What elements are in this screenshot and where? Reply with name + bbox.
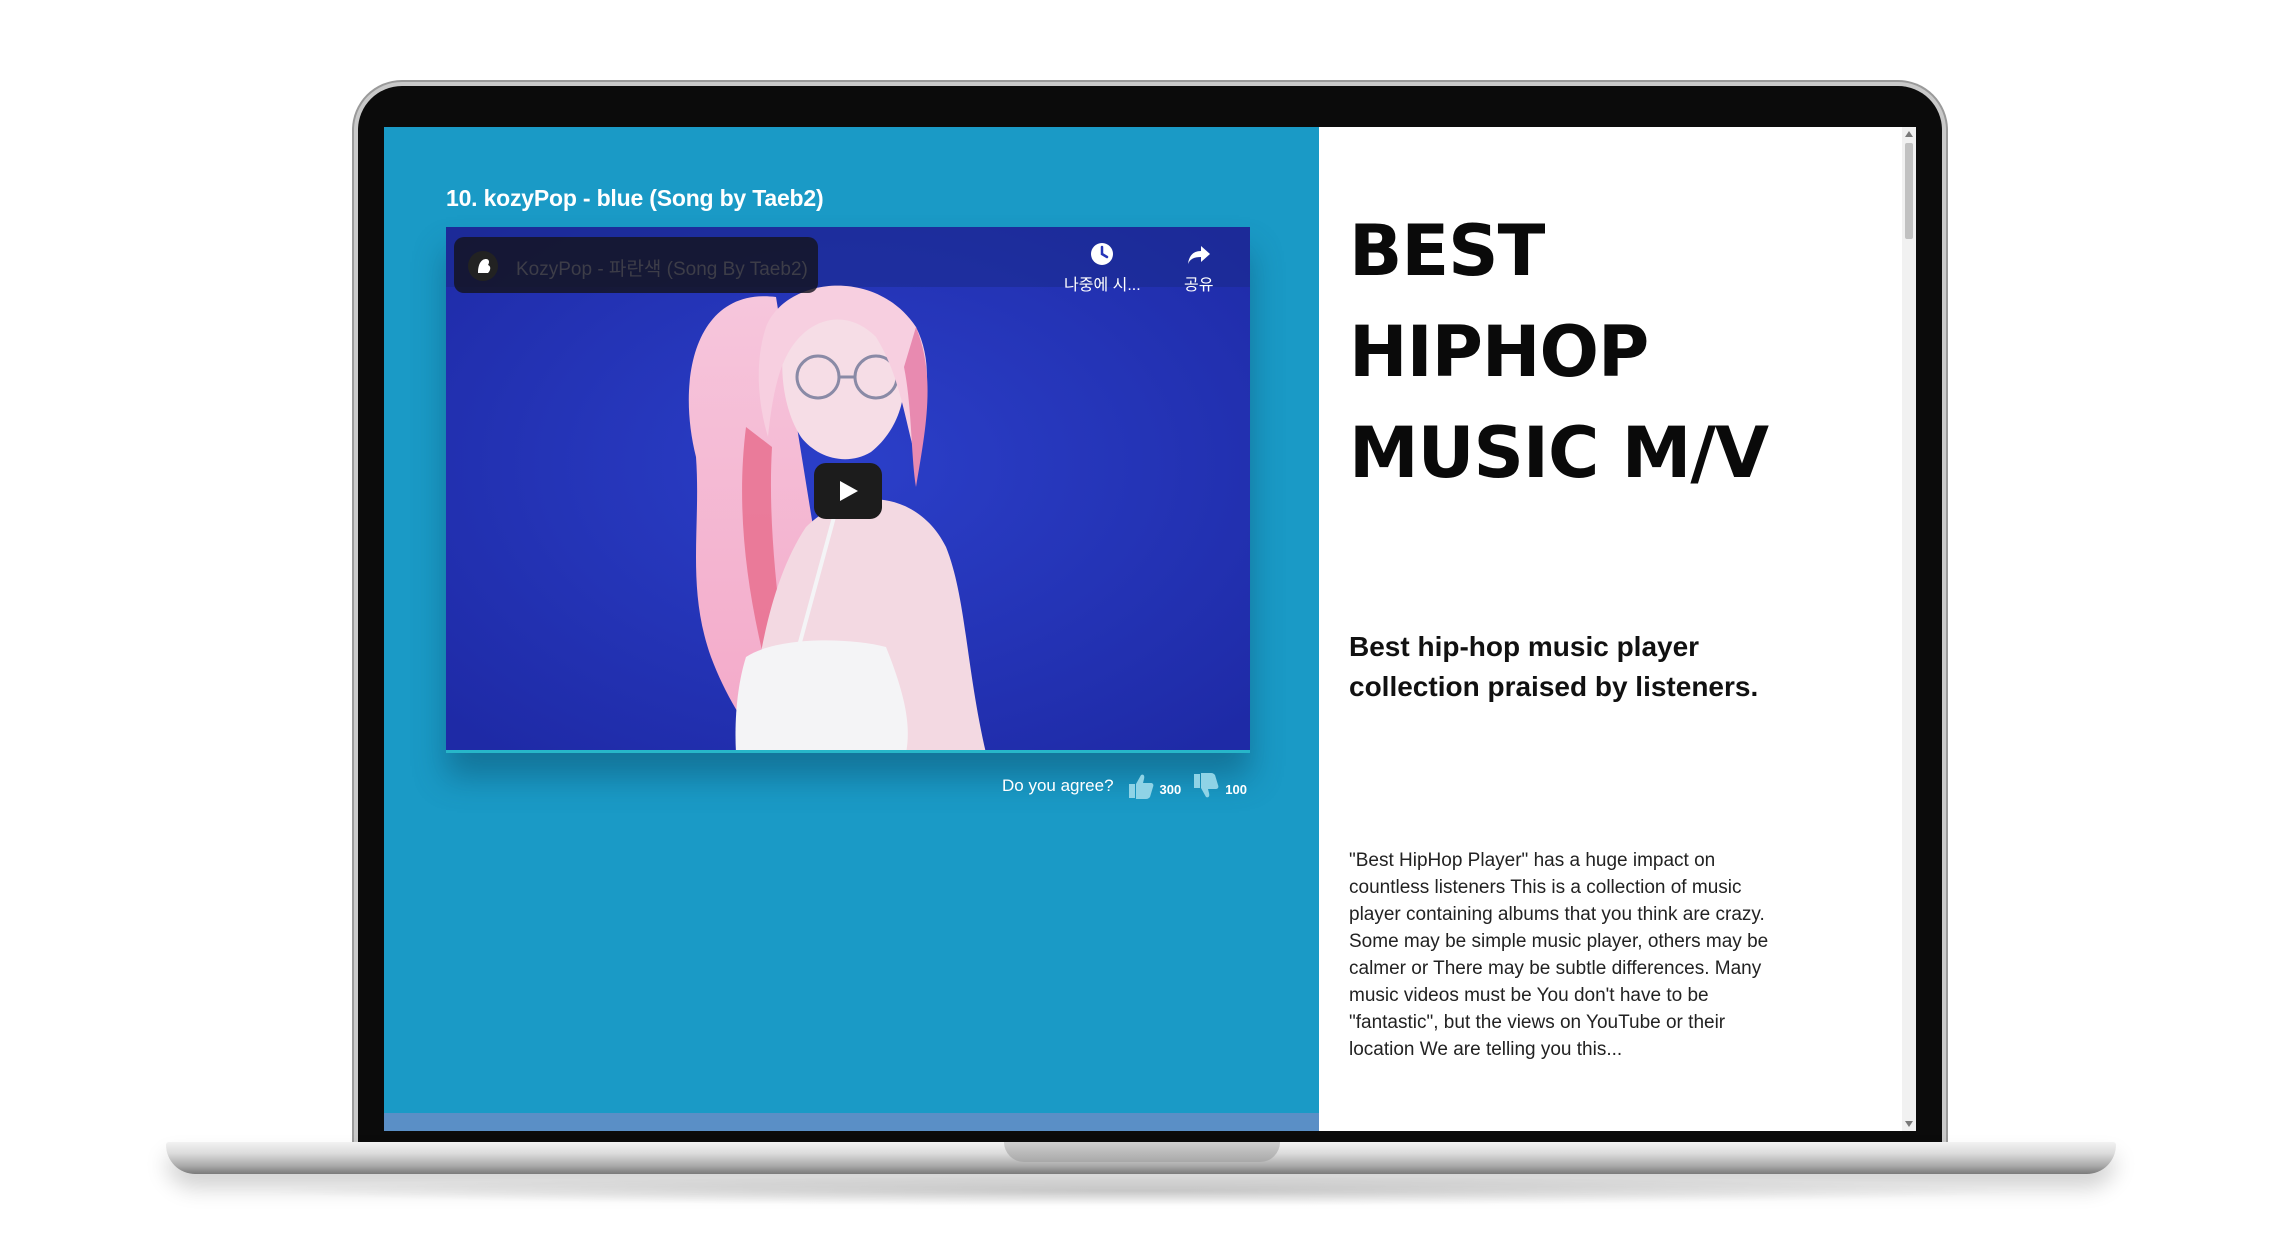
share-label: 공유 <box>1184 277 1214 294</box>
video-progress-line <box>446 750 1250 753</box>
headline-line-2: HIPHOP <box>1349 311 1649 393</box>
agree-prompt: Do you agree? <box>1002 776 1114 795</box>
thumbs-up-icon[interactable] <box>1128 772 1154 800</box>
footer-strip <box>384 1113 1319 1131</box>
channel-avatar[interactable] <box>468 251 498 281</box>
subheading: Best hip-hop music player collection pra… <box>1349 631 1759 702</box>
video-title: 10. kozyPop - blue (Song by Taeb2) <box>446 185 824 211</box>
laptop-screen: 10. kozyPop - blue (Song by Taeb2) KozyP… <box>384 127 1916 1131</box>
clock-icon <box>1091 243 1114 265</box>
play-icon <box>840 481 858 501</box>
dislike-count: 100 <box>1225 781 1247 797</box>
scroll-up-arrow-icon[interactable] <box>1905 131 1913 137</box>
embed-title-bar[interactable]: KozyPop - 파란색 (Song By Taeb2) <box>454 237 818 293</box>
scroll-thumb[interactable] <box>1905 143 1913 239</box>
laptop-notch <box>1004 1142 1280 1162</box>
info-panel: BEST HIPHOP MUSIC M/V Best hip-hop music… <box>1319 127 1916 1131</box>
mockup-stage: 10. kozyPop - blue (Song by Taeb2) KozyP… <box>0 0 2280 1260</box>
description-text: "Best HipHop Player" has a huge impact o… <box>1349 850 1769 1060</box>
youtube-embed[interactable]: KozyPop - 파란색 (Song By Taeb2) 나중에 시... 공… <box>446 227 1250 753</box>
headline-line-1: BEST <box>1349 210 1545 292</box>
watch-later-label: 나중에 시... <box>1064 277 1141 294</box>
video-panel: 10. kozyPop - blue (Song by Taeb2) KozyP… <box>384 127 1319 1131</box>
share-icon <box>1187 246 1210 264</box>
laptop-shadow <box>250 1176 2030 1206</box>
like-count: 300 <box>1159 781 1182 797</box>
headline-line-3: MUSIC M/V <box>1349 412 1769 494</box>
thumbs-down-icon[interactable] <box>1193 772 1219 800</box>
watch-later-button[interactable]: 나중에 시... <box>1064 241 1141 295</box>
play-button[interactable] <box>814 463 882 519</box>
page-headline: BEST HIPHOP MUSIC M/V <box>1349 201 1769 504</box>
reaction-row: Do you agree? 300 100 <box>1002 769 1259 803</box>
scroll-down-arrow-icon[interactable] <box>1905 1121 1913 1127</box>
vertical-scrollbar[interactable] <box>1902 127 1916 1131</box>
embed-title[interactable]: KozyPop - 파란색 (Song By Taeb2) <box>516 254 808 281</box>
share-button[interactable]: 공유 <box>1184 241 1213 295</box>
